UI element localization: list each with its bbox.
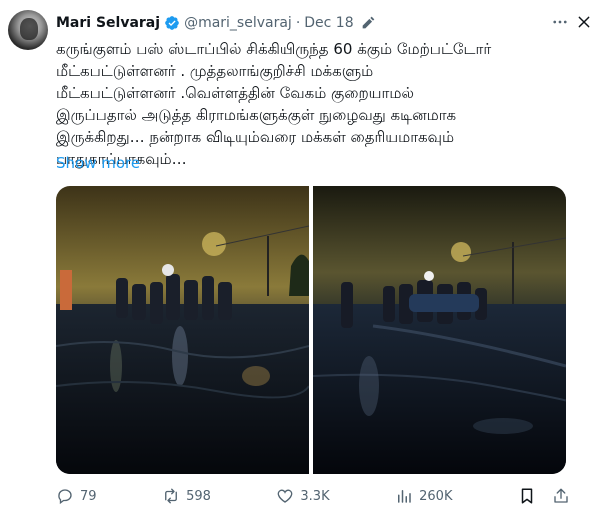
- close-button[interactable]: [574, 12, 594, 32]
- tweet-card: Mari Selvaraj @mari_selvaraj · Dec 18 கர…: [0, 0, 600, 512]
- bookmark-button[interactable]: [518, 487, 536, 505]
- avatar[interactable]: [8, 10, 48, 50]
- share-button[interactable]: [552, 487, 570, 505]
- reply-count: 79: [80, 488, 97, 504]
- tweet-date[interactable]: Dec 18: [304, 15, 353, 31]
- verified-badge-icon: [164, 15, 180, 31]
- tweet-text: கருங்குளம் பஸ் ஸ்டாப்பில் சிக்கியிருந்த …: [56, 38, 576, 170]
- retweet-count: 598: [186, 488, 211, 504]
- show-more-link[interactable]: Show more: [56, 154, 140, 172]
- close-icon: [578, 16, 590, 28]
- reply-icon: [58, 489, 72, 505]
- bookmark-icon: [521, 488, 533, 504]
- tweet-text-line: மீட்கபட்டுள்ளனர் . முத்தலாங்குறிச்சி மக்…: [56, 62, 374, 80]
- tweet-actions-bar: 79 598 3.3K 260K: [56, 484, 570, 508]
- separator-dot: ·: [295, 15, 301, 31]
- tweet-text-line: இருப்பதால் அடுத்த கிராமங்களுக்குள் நுழைவ…: [56, 106, 457, 124]
- tweet-text-line: மீட்கபட்டுள்ளனர் .வெள்ளத்தின் வேகம் குறை…: [56, 84, 414, 102]
- photo-right[interactable]: [313, 186, 566, 474]
- views-count: 260K: [419, 488, 453, 504]
- edit-pencil-icon[interactable]: [360, 15, 376, 31]
- views-icon: [398, 490, 411, 503]
- retweet-icon: [165, 488, 177, 504]
- tweet-header: Mari Selvaraj @mari_selvaraj · Dec 18: [56, 12, 376, 34]
- author-handle[interactable]: @mari_selvaraj: [184, 15, 292, 31]
- secondary-actions: [518, 487, 570, 505]
- heart-icon: [278, 489, 293, 503]
- tweet-text-line: கருங்குளம் பஸ் ஸ்டாப்பில் சிக்கியிருந்த …: [56, 40, 492, 58]
- views-button[interactable]: 260K: [395, 487, 452, 505]
- media-grid: [56, 186, 566, 474]
- share-icon: [554, 488, 568, 503]
- more-dots-icon: [553, 20, 567, 24]
- like-count: 3.3K: [300, 488, 330, 504]
- retweet-button[interactable]: 598: [162, 487, 211, 505]
- reply-button[interactable]: 79: [56, 487, 97, 505]
- tweet-text-line: இருக்கிறது… நன்றாக விடியும்வரை மக்கள் தை…: [56, 128, 455, 146]
- more-options-button[interactable]: [550, 12, 570, 32]
- flood-rescue-photo-2: [313, 186, 566, 474]
- flood-rescue-photo-1: [56, 186, 309, 474]
- author-name[interactable]: Mari Selvaraj: [56, 15, 160, 31]
- like-button[interactable]: 3.3K: [276, 487, 330, 505]
- photo-left[interactable]: [56, 186, 309, 474]
